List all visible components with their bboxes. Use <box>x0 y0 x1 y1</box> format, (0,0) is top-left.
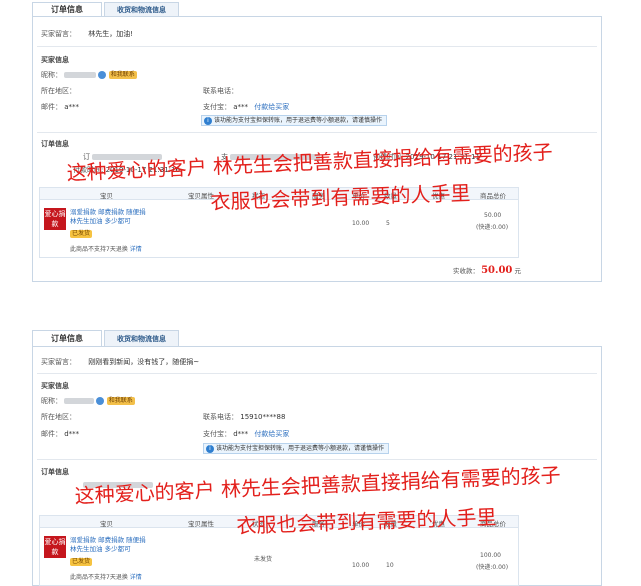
item-title-link[interactable]: 溺爱捐款 邮费捐款 随便捐 林先生加油 多少都可 <box>70 536 150 554</box>
return-detail-link[interactable]: 详情 <box>130 574 142 581</box>
item-subtotal: 50.00 <box>484 212 502 219</box>
item-status-tag: 已发货 <box>70 230 93 238</box>
item-return-note: 此商品不支持7天退换 详情 <box>70 572 142 581</box>
buyer-message-text: 刚刚看到新闻，没有钱了，随便捐~ <box>88 358 200 366</box>
return-detail-link[interactable]: 详情 <box>130 246 142 253</box>
pay-buyer-link[interactable]: 付款给买家 <box>254 103 289 111</box>
transfer-notice: i 该功能为支付宝担保转账，用于退运费等小额退款，请谨慎操作 <box>201 115 388 126</box>
tab-order-info[interactable]: 订单信息 <box>32 330 102 347</box>
email-label: 邮件： <box>41 430 62 438</box>
alipay-label: 支付宝： <box>203 103 231 111</box>
thumb-title: 爱心捐款 <box>44 538 66 556</box>
divider <box>37 132 597 133</box>
email-value: a*** <box>64 103 80 111</box>
phone-value: 15910****88 <box>240 413 286 421</box>
order-info-title: 订单信息 <box>41 140 69 148</box>
notice-text: 该功能为支付宝担保转账，用于退运费等小额退款，请谨慎操作 <box>216 445 385 452</box>
buyer-message: 买家留言： 林先生，加油! <box>41 29 133 39</box>
buyer-phone: 联系电话： 15910****88 <box>203 412 285 422</box>
tab-order-info[interactable]: 订单信息 <box>32 2 102 17</box>
order-total: 实收款： 50.00 元 <box>453 265 521 276</box>
item-unit-price: 10.00 <box>352 562 370 569</box>
buyer-message-label: 买家留言： <box>41 30 76 38</box>
item-quantity: 10 <box>386 562 394 569</box>
total-label: 实收款： <box>453 267 479 275</box>
buyer-info-title: 买家信息 <box>41 382 69 390</box>
email-label: 邮件： <box>41 103 62 111</box>
alipay-value: a*** <box>233 103 249 111</box>
contact-button[interactable]: 和我联系 <box>106 397 135 405</box>
return-note-text: 此商品不支持7天退换 <box>70 246 128 253</box>
buyer-email: 邮件： a*** <box>41 102 79 112</box>
transfer-notice: i 该功能为支付宝担保转账，用于退运费等小额退款，请谨慎操作 <box>203 443 390 454</box>
item-shipping-note: (快递:0.00) <box>476 564 509 571</box>
buyer-location: 所在地区： <box>41 86 76 96</box>
divider <box>37 46 597 47</box>
total-unit: 元 <box>514 267 521 275</box>
th-item: 宝贝 <box>100 192 113 200</box>
phone-label: 联系电话： <box>203 87 238 95</box>
nickname-label: 昵称： <box>41 397 62 405</box>
buyer-info-title: 买家信息 <box>41 56 69 64</box>
order-info-title: 订单信息 <box>41 468 69 476</box>
return-note-text: 此商品不支持7天退换 <box>70 574 128 581</box>
tab-bar: 订单信息 收货和物流信息 <box>32 2 181 17</box>
buyer-phone: 联系电话： <box>203 86 238 96</box>
nickname-label: 昵称： <box>41 71 62 79</box>
buyer-alipay: 支付宝： d*** 付款给买家 <box>203 429 289 439</box>
buyer-message-text: 林先生，加油! <box>88 30 134 38</box>
item-subtotal: 100.00 <box>480 552 501 559</box>
item-unit-price: 10.00 <box>352 220 370 227</box>
tab-bar: 订单信息 收货和物流信息 <box>32 330 181 347</box>
wangwang-icon[interactable] <box>96 397 105 405</box>
tab-shipping-info[interactable]: 收货和物流信息 <box>104 2 179 17</box>
thumb-title: 爱心捐款 <box>44 210 66 228</box>
th-item: 宝贝 <box>100 520 113 528</box>
alipay-label: 支付宝： <box>203 430 231 438</box>
item-quantity: 5 <box>386 220 390 227</box>
phone-label: 联系电话： <box>203 413 238 421</box>
location-label: 所在地区： <box>41 413 76 421</box>
wangwang-icon[interactable] <box>98 71 107 79</box>
item-shipping-note: (快递:0.00) <box>476 224 509 231</box>
buyer-location: 所在地区： <box>41 412 76 422</box>
item-return-note: 此商品不支持7天退换 详情 <box>70 244 142 253</box>
buyer-alipay: 支付宝： a*** 付款给买家 <box>203 102 289 112</box>
info-icon: i <box>206 445 214 453</box>
contact-button[interactable]: 和我联系 <box>108 71 137 79</box>
item-title-link[interactable]: 溺爱捐款 邮费捐款 随便捐 林先生加油 多少都可 <box>70 208 150 226</box>
item-status-tag: 已发货 <box>70 558 93 566</box>
email-value: d*** <box>64 430 80 438</box>
th-total: 商品总价 <box>480 192 506 200</box>
nickname-redacted <box>64 398 95 404</box>
order-panel-2: 订单信息 收货和物流信息 买家留言： 刚刚看到新闻，没有钱了，随便捐~ 买家信息… <box>24 327 602 586</box>
buyer-message-label: 买家留言： <box>41 358 76 366</box>
location-label: 所在地区： <box>41 87 76 95</box>
pay-buyer-link[interactable]: 付款给买家 <box>254 430 289 438</box>
buyer-nickname: 昵称： 和我联系 <box>41 396 135 406</box>
tab-shipping-info[interactable]: 收货和物流信息 <box>104 330 179 347</box>
divider <box>37 373 597 374</box>
total-value: 50.00 <box>481 265 513 276</box>
item-thumbnail[interactable]: 爱心捐款 <box>44 208 66 230</box>
th-attr: 宝贝属性 <box>188 520 214 528</box>
nickname-redacted <box>64 72 97 78</box>
notice-text: 该功能为支付宝担保转账，用于退运费等小额退款，请谨慎操作 <box>214 117 383 124</box>
buyer-email: 邮件： d*** <box>41 429 79 439</box>
buyer-message: 买家留言： 刚刚看到新闻，没有钱了，随便捐~ <box>41 357 199 367</box>
buyer-nickname: 昵称： 和我联系 <box>41 70 137 80</box>
info-icon: i <box>204 117 212 125</box>
alipay-value: d*** <box>233 430 249 438</box>
item-status: 未发货 <box>254 556 273 563</box>
item-thumbnail[interactable]: 爱心捐款 <box>44 536 66 558</box>
